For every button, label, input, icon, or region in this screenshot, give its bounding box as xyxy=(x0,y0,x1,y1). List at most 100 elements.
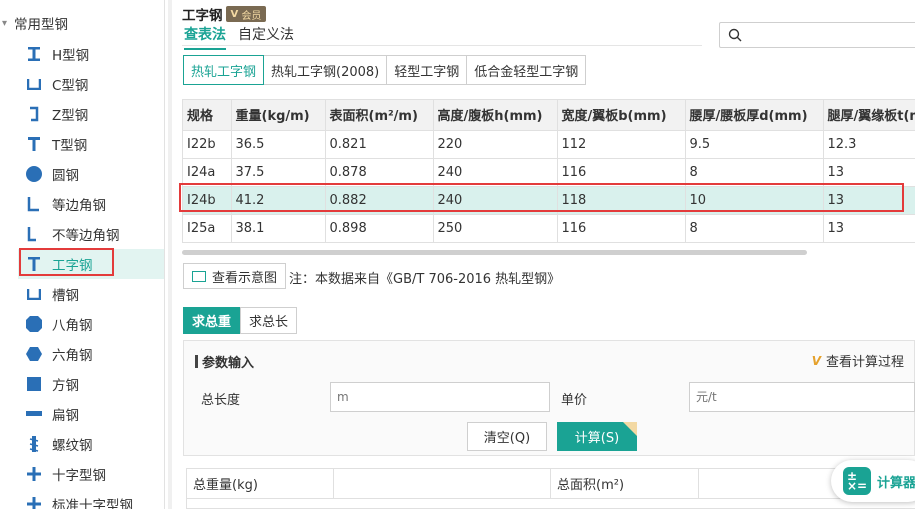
sidebar-item-label: 不等边角钢 xyxy=(52,228,120,244)
search-icon xyxy=(728,28,742,42)
view-diagram-button[interactable]: 查看示意图 xyxy=(183,263,287,289)
sidebar: ▾ 常用型钢 H型钢 C型钢 Z型钢 T型钢 圆钢 等边角钢 不等边角钢 工字钢 槽钢 八角钢 六角… xyxy=(0,0,165,509)
table-header-row: 规格 重量(kg/m) 表面积(m²/m) 高度/腹板h(mm) 宽度/翼板b(… xyxy=(183,100,915,131)
sidebar-item[interactable]: T型钢 xyxy=(18,129,164,159)
sidebar-item[interactable]: 六角钢 xyxy=(18,339,164,369)
search-input[interactable] xyxy=(750,28,910,42)
sidebar-item-label: 扁钢 xyxy=(52,408,79,424)
calculator-button[interactable]: ± ×= 计算器 xyxy=(831,460,915,502)
table-cell: 8 xyxy=(685,158,824,187)
unit-price-input[interactable] xyxy=(689,382,915,412)
tab-divider xyxy=(182,45,702,46)
collapse-arrow-icon[interactable]: ▾ xyxy=(2,18,14,29)
rebar-icon xyxy=(22,433,46,455)
table-cell: 118 xyxy=(557,186,686,215)
column-header[interactable]: 规格 xyxy=(183,100,232,131)
total-length-input[interactable] xyxy=(330,382,550,412)
mode-tabs: 查表法 自定义法 xyxy=(184,24,306,50)
table-row[interactable]: I24b 41.2 0.882 240 118 10 13 xyxy=(183,186,915,215)
view-diagram-label: 查看示意图 xyxy=(212,270,278,286)
sidebar-item[interactable]: 等边角钢 xyxy=(18,189,164,219)
sidebar-item-label: 方钢 xyxy=(52,378,79,394)
column-header[interactable]: 重量(kg/m) xyxy=(231,100,326,131)
tab-custom[interactable]: 自定义法 xyxy=(238,24,294,50)
sidebar-item[interactable]: 扁钢 xyxy=(18,399,164,429)
standard-cross-icon xyxy=(22,493,46,509)
sidebar-item-label: 等边角钢 xyxy=(52,198,106,214)
t-section-icon xyxy=(22,133,46,155)
view-calc-process-label: 查看计算过程 xyxy=(825,355,904,370)
sidebar-item[interactable]: 十字型钢 xyxy=(18,459,164,489)
active-item-highlight-box xyxy=(19,248,114,276)
total-weight-value xyxy=(334,469,551,499)
table-cell: 38.1 xyxy=(231,214,326,242)
sidebar-scrollbar[interactable] xyxy=(168,0,172,509)
table-row[interactable]: I24a 37.5 0.878 240 116 8 13 xyxy=(183,158,915,187)
main-panel: 工字钢 V 会员 查表法 自定义法 热轧工字钢 热轧工字钢(2008) 轻型工字… xyxy=(174,0,915,509)
tab-lookup-table[interactable]: 查表法 xyxy=(184,24,226,50)
table-cell: 13 xyxy=(823,214,915,242)
table-horizontal-scrollbar[interactable] xyxy=(182,250,807,255)
sidebar-item-label: 螺纹钢 xyxy=(52,438,93,454)
clear-button[interactable]: 清空(Q) xyxy=(467,422,547,451)
spec-table: 规格 重量(kg/m) 表面积(m²/m) 高度/腹板h(mm) 宽度/翼板b(… xyxy=(183,100,915,242)
param-title-text: 参数输入 xyxy=(202,356,255,371)
sidebar-item[interactable]: H型钢 xyxy=(18,39,164,69)
table-cell: 12.3 xyxy=(823,130,915,159)
tab-hot-rolled-i-beam-2008[interactable]: 热轧工字钢(2008) xyxy=(263,55,388,85)
table-cell: 41.2 xyxy=(231,186,326,215)
sidebar-item-label: C型钢 xyxy=(52,78,89,94)
table-row[interactable]: I22b 36.5 0.821 220 112 9.5 12.3 xyxy=(183,130,915,159)
total-area-label: 总面积(m²) xyxy=(551,469,699,499)
table-row[interactable]: I25a 38.1 0.898 250 116 8 13 xyxy=(183,214,915,242)
tab-low-alloy-light-i-beam[interactable]: 低合金轻型工字钢 xyxy=(466,55,587,85)
sidebar-item-label: 十字型钢 xyxy=(52,468,106,484)
table-cell: 240 xyxy=(433,186,558,215)
tab-hot-rolled-i-beam[interactable]: 热轧工字钢 xyxy=(183,55,265,85)
sidebar-item-label: Z型钢 xyxy=(52,108,89,124)
data-source-note: 注：本数据来自《GB/T 706-2016 热轧型钢》 xyxy=(289,272,561,287)
calculator-label: 计算器 xyxy=(877,475,915,491)
sidebar-item[interactable]: 槽钢 xyxy=(18,279,164,309)
table-cell: I22b xyxy=(183,130,232,159)
sidebar-item[interactable]: C型钢 xyxy=(18,69,164,99)
column-header[interactable]: 高度/腹板h(mm) xyxy=(433,100,558,131)
sidebar-item[interactable]: 八角钢 xyxy=(18,309,164,339)
sidebar-item[interactable]: 方钢 xyxy=(18,369,164,399)
table-body: I22b 36.5 0.821 220 112 9.5 12.3 I24a 37.5 0.878 2… xyxy=(183,130,915,242)
calculate-label: 计算(S) xyxy=(574,431,620,446)
c-channel-icon xyxy=(22,73,46,95)
sidebar-item[interactable]: 标准十字型钢 xyxy=(18,489,164,509)
column-header[interactable]: 腿厚/翼缘板t(mm) xyxy=(823,100,915,131)
sidebar-item[interactable]: 圆钢 xyxy=(18,159,164,189)
sidebar-item-label: T型钢 xyxy=(52,138,88,154)
table-cell: I24a xyxy=(183,158,232,187)
column-header[interactable]: 表面积(m²/m) xyxy=(325,100,434,131)
tab-light-i-beam[interactable]: 轻型工字钢 xyxy=(386,55,468,85)
table-cell: 0.821 xyxy=(325,130,434,159)
search-box[interactable] xyxy=(719,22,915,48)
image-icon xyxy=(192,270,206,282)
cross-section-icon xyxy=(22,463,46,485)
table-cell: 116 xyxy=(557,158,686,187)
parameter-input-panel: 参数输入 V 查看计算过程 总长度 单价 清空(Q) 计算(S) xyxy=(183,340,915,456)
vip-badge-mark: V xyxy=(230,8,239,20)
sidebar-item[interactable]: Z型钢 xyxy=(18,99,164,129)
standard-tabs: 热轧工字钢 热轧工字钢(2008) 轻型工字钢 低合金轻型工字钢 xyxy=(183,55,587,85)
column-header[interactable]: 宽度/翼板b(mm) xyxy=(557,100,686,131)
table-cell: I25a xyxy=(183,214,232,242)
table-cell: 220 xyxy=(433,130,558,159)
sidebar-item-label: 六角钢 xyxy=(52,348,93,364)
sidebar-item[interactable]: 螺纹钢 xyxy=(18,429,164,459)
sidebar-item-label: 槽钢 xyxy=(52,288,79,304)
table-cell: 0.878 xyxy=(325,158,434,187)
sidebar-item[interactable]: 不等边角钢 xyxy=(18,219,164,249)
column-header[interactable]: 腰厚/腰板厚d(mm) xyxy=(685,100,824,131)
tab-total-weight[interactable]: 求总重 xyxy=(183,307,241,334)
tab-total-length[interactable]: 求总长 xyxy=(240,307,298,334)
octagon-bar-icon xyxy=(22,313,46,335)
table-cell: 112 xyxy=(557,130,686,159)
view-calc-process-link[interactable]: V 查看计算过程 xyxy=(812,351,904,371)
sidebar-group-common-steel[interactable]: ▾ 常用型钢 xyxy=(0,12,68,34)
calculate-button[interactable]: 计算(S) xyxy=(557,422,637,451)
